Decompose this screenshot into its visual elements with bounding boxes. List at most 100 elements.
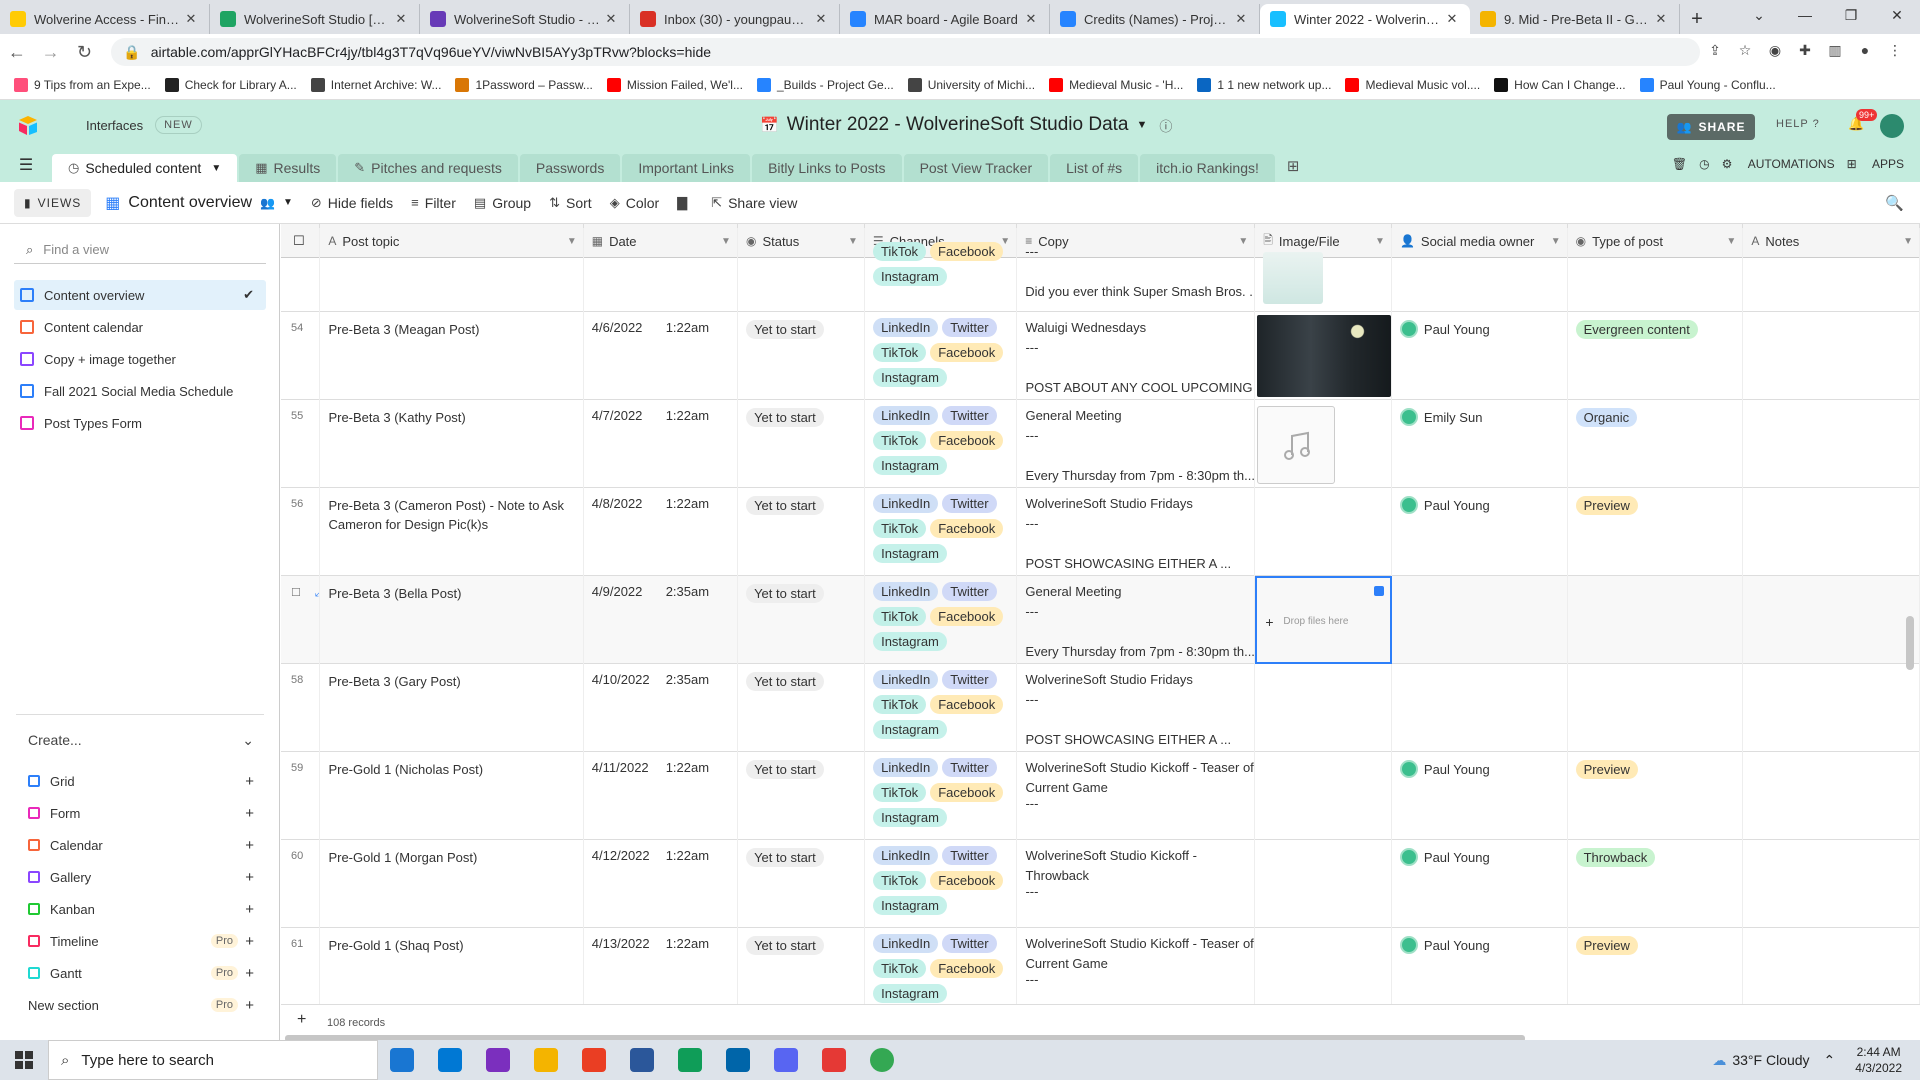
color-button[interactable]: ◈ Color	[610, 195, 659, 211]
create-view-item[interactable]: Calendar +	[28, 832, 254, 858]
notes-cell[interactable]	[1743, 752, 1920, 840]
copy-cell[interactable]: Waluigi Wednesdays --- POST ABOUT ANY COOL…	[1017, 312, 1256, 400]
owner-cell[interactable]: Emily Sun	[1392, 400, 1568, 488]
tab-close-icon[interactable]: ✕	[1233, 11, 1249, 27]
tab-close-icon[interactable]: ✕	[1023, 11, 1039, 27]
image-cell[interactable]: + Drop files here	[1255, 576, 1392, 664]
type-cell[interactable]: Preview	[1568, 488, 1744, 576]
weather-text[interactable]: 33°F Cloudy	[1732, 1052, 1809, 1068]
interfaces-link[interactable]: Interfaces	[86, 118, 143, 133]
channels-cell[interactable]: LinkedIn Twitter TikTok Facebook Instagram	[865, 928, 1018, 1016]
share-view-button[interactable]: ⇱ Share view	[711, 195, 797, 211]
grid-cell[interactable]	[320, 228, 584, 312]
minimize-button[interactable]: —	[1782, 0, 1828, 30]
table-tab[interactable]: Bitly Links to Posts	[752, 154, 902, 182]
bookmark-item[interactable]: _Builds - Project Ge...	[756, 77, 894, 92]
tab-close-icon[interactable]: ✕	[1444, 11, 1460, 27]
copy-cell[interactable]: WolverineSoft Studio Kickoff - Teaser of…	[1017, 752, 1256, 840]
url-field[interactable]: 🔒 airtable.com/apprGlYHacBFCr4jy/tbl4g3T…	[111, 38, 1700, 66]
chevron-down-icon[interactable]: ▼	[211, 163, 221, 174]
tab-close-icon[interactable]: ✕	[393, 11, 409, 27]
type-cell[interactable]: Organic	[1568, 400, 1744, 488]
status-cell[interactable]: Yet to start	[738, 664, 866, 752]
extension-icon[interactable]: ◉	[1760, 42, 1790, 62]
plus-icon[interactable]: +	[245, 837, 254, 854]
type-cell[interactable]	[1568, 576, 1744, 664]
profile-avatar[interactable]: ●	[1850, 42, 1880, 62]
bookmark-item[interactable]: Mission Failed, We'l...	[606, 77, 743, 92]
reload-icon[interactable]: ↻	[68, 42, 102, 63]
browser-tab[interactable]: WolverineSoft Studio - Wo ✕	[420, 4, 630, 34]
taskbar-app[interactable]	[570, 1040, 618, 1080]
row-height-button[interactable]: ▇	[677, 195, 693, 211]
table-row[interactable]: 56 Pre-Beta 3 (Cameron Post) - Note to As…	[281, 488, 1920, 576]
account-avatar[interactable]	[1880, 114, 1904, 138]
plus-icon[interactable]: +	[245, 933, 254, 950]
post-topic-cell[interactable]: Pre-Beta 3 (Cameron Post) - Note to Ask …	[320, 488, 584, 576]
taskbar-app[interactable]	[378, 1040, 426, 1080]
taskbar-app[interactable]	[522, 1040, 570, 1080]
airtable-logo-icon[interactable]	[16, 113, 40, 137]
table-row[interactable]: 61 Pre-Gold 1 (Shaq Post) 4/13/2022 1:22am Y…	[281, 928, 1920, 1016]
add-record-button[interactable]: +	[297, 1011, 306, 1029]
find-view-input[interactable]: ⌕ Find a view	[14, 236, 266, 264]
taskbar-app[interactable]	[810, 1040, 858, 1080]
tab-close-icon[interactable]: ✕	[813, 11, 829, 27]
grid-cell[interactable]	[1255, 228, 1392, 312]
post-topic-cell[interactable]: Pre-Beta 3 (Meagan Post)	[320, 312, 584, 400]
grid-cell[interactable]	[1743, 228, 1920, 312]
bookmark-item[interactable]: 9 Tips from an Expe...	[14, 77, 151, 92]
type-cell[interactable]: Preview	[1568, 928, 1744, 1016]
tab-search-icon[interactable]: ⌄	[1736, 0, 1782, 30]
date-cell[interactable]: 4/12/2022 1:22am	[584, 840, 739, 928]
taskbar-app[interactable]	[858, 1040, 906, 1080]
forward-arrow-icon[interactable]: →	[34, 42, 68, 63]
taskbar-search-input[interactable]: ⌕ Type here to search	[48, 1040, 378, 1080]
channels-cell[interactable]: LinkedIn Twitter TikTok Facebook Instagram	[865, 312, 1018, 400]
post-topic-cell[interactable]: Pre-Beta 3 (Gary Post)	[320, 664, 584, 752]
table-row[interactable]: 60 Pre-Gold 1 (Morgan Post) 4/12/2022 1:22a…	[281, 840, 1920, 928]
bookmark-item[interactable]: 1Password – Passw...	[455, 77, 593, 92]
image-cell[interactable]	[1255, 928, 1392, 1016]
taskbar-app[interactable]	[618, 1040, 666, 1080]
sidepanel-icon[interactable]: ▥	[1820, 42, 1850, 62]
windows-start-button[interactable]	[0, 1051, 48, 1069]
browser-tab[interactable]: 9. Mid - Pre-Beta II - Goog ✕	[1470, 4, 1680, 34]
create-view-item[interactable]: Gantt Pro +	[28, 960, 254, 986]
bookmark-item[interactable]: University of Michi...	[907, 77, 1035, 92]
bookmark-item[interactable]: Medieval Music vol....	[1345, 77, 1480, 92]
owner-cell[interactable]	[1392, 576, 1568, 664]
table-row[interactable]: 55 Pre-Beta 3 (Kathy Post) 4/7/2022 1:22am Y…	[281, 400, 1920, 488]
create-view-item[interactable]: Kanban +	[28, 896, 254, 922]
table-tab[interactable]: Passwords	[519, 154, 621, 182]
copy-cell[interactable]: General Meeting --- Every Thursday from 7p…	[1017, 400, 1256, 488]
tab-close-icon[interactable]: ✕	[1653, 11, 1669, 27]
grid-cell[interactable]	[1392, 228, 1568, 312]
notes-cell[interactable]	[1743, 664, 1920, 752]
search-icon[interactable]: 🔍	[1885, 194, 1904, 212]
taskbar-app[interactable]	[474, 1040, 522, 1080]
bookmark-item[interactable]: 1 1 new network up...	[1197, 77, 1331, 92]
sidebar-view-item[interactable]: Post Types Form	[14, 408, 266, 438]
trash-icon[interactable]: 🗑	[1672, 157, 1687, 171]
image-cell[interactable]	[1255, 664, 1392, 752]
copy-cell[interactable]: WolverineSoft Studio Kickoff - Throwback -…	[1017, 840, 1256, 928]
notes-cell[interactable]	[1743, 928, 1920, 1016]
post-topic-cell[interactable]: Pre-Beta 3 (Kathy Post)	[320, 400, 584, 488]
hide-fields-button[interactable]: ⊘ Hide fields	[311, 195, 393, 211]
bookmark-item[interactable]: How Can I Change...	[1494, 77, 1626, 92]
filter-button[interactable]: ≡ Filter	[411, 195, 456, 211]
channels-cell[interactable]: LinkedIn Twitter TikTok Facebook Instagram	[865, 752, 1018, 840]
owner-cell[interactable]: Paul Young	[1392, 488, 1568, 576]
plus-icon[interactable]: +	[245, 805, 254, 822]
table-tab[interactable]: ◷ Scheduled content ▼	[52, 154, 238, 182]
create-view-item[interactable]: Gallery +	[28, 864, 254, 890]
type-cell[interactable]: Throwback	[1568, 840, 1744, 928]
image-cell[interactable]	[1255, 400, 1392, 488]
add-file-icon[interactable]: +	[1265, 614, 1273, 630]
create-view-item[interactable]: Timeline Pro +	[28, 928, 254, 954]
bookmark-item[interactable]: Medieval Music - 'H...	[1049, 77, 1183, 92]
status-cell[interactable]: Yet to start	[738, 928, 866, 1016]
sort-button[interactable]: ⇅ Sort	[549, 195, 592, 211]
owner-cell[interactable]	[1392, 664, 1568, 752]
